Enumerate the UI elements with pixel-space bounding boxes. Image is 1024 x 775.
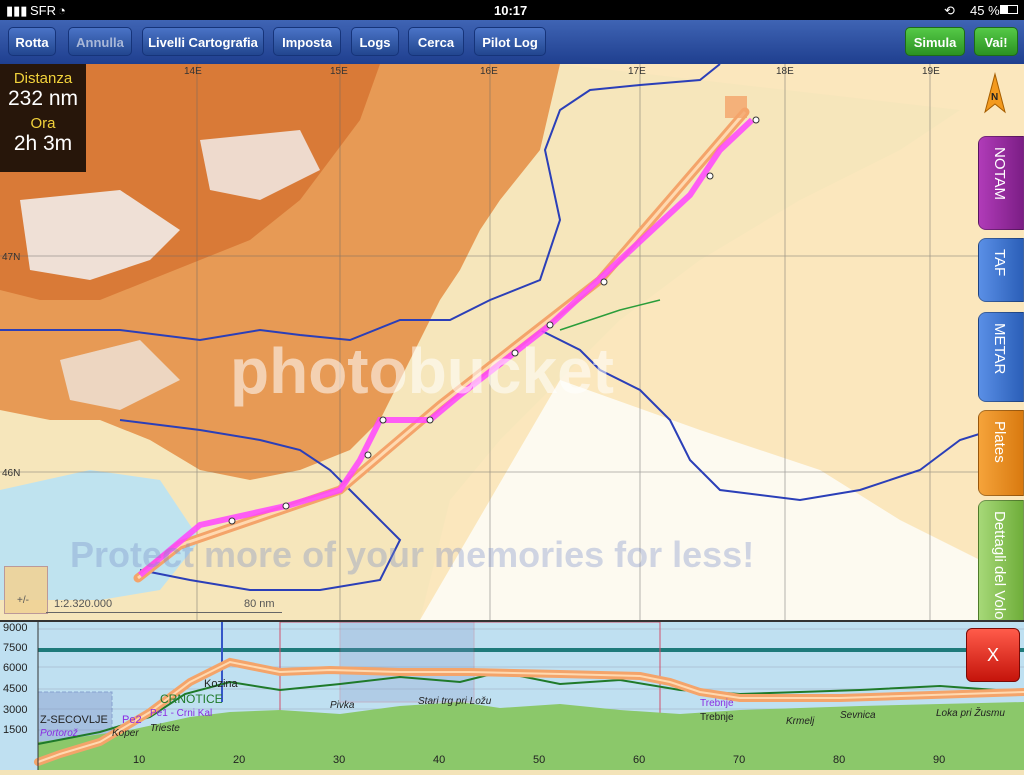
lon-label-15e: 15E	[330, 66, 348, 77]
airport-label-secovlje: Z-SECOVLJE	[40, 714, 108, 726]
map-view[interactable]: photobucket Protect more of your memorie…	[0, 64, 1024, 620]
scale-bar	[46, 612, 282, 613]
tab-metar-label: METAR	[991, 323, 1008, 375]
profile-x-tick: 50	[533, 754, 546, 766]
time-label: Ora	[30, 115, 56, 132]
place-label-trieste: Trieste	[150, 723, 180, 734]
simulate-button[interactable]: Simula	[905, 27, 965, 56]
flight-summary-box: Distanza 232 nm Ora 2h 3m	[0, 64, 86, 172]
search-button[interactable]: Cerca	[408, 27, 464, 56]
waypoint-label-crnotice: CRNOTICE	[160, 692, 223, 706]
tab-flight-details-label: Dettagli del Volo	[991, 511, 1008, 620]
lon-label-16e: 16E	[480, 66, 498, 77]
carrier-label: SFR	[30, 3, 56, 18]
place-label-kozina: Kozina	[204, 678, 238, 690]
map-layers-button[interactable]: Livelli Cartografia	[142, 27, 264, 56]
place-label-stari-trg: Stari trg pri Ložu	[418, 696, 492, 707]
wifi-icon: ◔	[58, 3, 66, 18]
tab-plates[interactable]: Plates	[978, 410, 1024, 496]
place-label-loka: Loka pri Žusmu	[936, 708, 1005, 719]
profile-canvas	[34, 621, 1024, 770]
profile-y-tick: 1500	[3, 724, 28, 736]
go-button[interactable]: Vai!	[974, 27, 1018, 56]
place-label-krmelj: Krmelj	[786, 716, 815, 727]
profile-y-tick: 6000	[3, 662, 28, 674]
watermark-logo: photobucket	[230, 335, 614, 407]
scale-toggle-label: +/-	[17, 595, 29, 606]
waypoint-label-pe2: Pe2	[122, 714, 142, 726]
time-value: 2h 3m	[13, 132, 73, 155]
scale-distance: 80 nm	[244, 598, 275, 610]
settings-button[interactable]: Imposta	[273, 27, 341, 56]
profile-x-tick: 10	[133, 754, 146, 766]
profile-x-tick: 60	[633, 754, 646, 766]
place-label-sevnica: Sevnica	[840, 710, 876, 721]
tab-taf[interactable]: TAF	[978, 238, 1024, 302]
waypoint-label-pe1: Pe1 - Crni Kal	[150, 708, 213, 719]
north-arrow-icon[interactable]: N	[983, 72, 1007, 116]
logs-button[interactable]: Logs	[351, 27, 399, 56]
tab-taf-label: TAF	[991, 249, 1008, 277]
place-label-koper: Koper	[112, 728, 139, 739]
scale-ratio: 1:2.320.000	[54, 598, 113, 610]
place-label-pivka: Pivka	[330, 700, 355, 711]
profile-x-tick: 20	[233, 754, 246, 766]
vertical-profile[interactable]: 9000 7500 6000 4500 3000 1500 10 20 30 4…	[0, 620, 1024, 770]
waypoint-label-trebnje: Trebnje	[700, 698, 734, 709]
profile-x-tick: 40	[433, 754, 446, 766]
route-button[interactable]: Rotta	[8, 27, 56, 56]
clock: 10:17	[494, 3, 528, 18]
battery-icon	[1000, 5, 1018, 14]
distance-value: 232 nm	[7, 87, 79, 110]
status-bar: ▮▮▮ SFR ◔ 10:17 ⟲ 45 %	[0, 0, 1024, 20]
scale-toggle-button[interactable]: +/-	[4, 566, 48, 614]
place-label-portoroz: Portorož	[40, 728, 78, 739]
tab-metar[interactable]: METAR	[978, 312, 1024, 402]
close-profile-button[interactable]: X	[966, 628, 1020, 682]
profile-y-tick: 4500	[3, 683, 28, 695]
signal-icon: ▮▮▮	[6, 3, 28, 18]
lon-label-17e: 17E	[628, 66, 646, 77]
tab-plates-label: Plates	[991, 421, 1008, 463]
profile-x-tick: 90	[933, 754, 946, 766]
place-label-trebnje: Trebnje	[700, 712, 734, 723]
profile-x-tick: 30	[333, 754, 346, 766]
pilot-log-button[interactable]: Pilot Log	[474, 27, 546, 56]
distance-label: Distanza	[13, 70, 73, 87]
lat-label-47n: 47N	[2, 252, 21, 263]
lon-label-18e: 18E	[776, 66, 794, 77]
tab-notam[interactable]: NOTAM	[978, 136, 1024, 230]
profile-x-tick: 70	[733, 754, 746, 766]
profile-y-tick: 7500	[3, 642, 28, 654]
profile-y-tick: 3000	[3, 704, 28, 716]
lat-label-46n: 46N	[2, 468, 21, 479]
north-label: N	[991, 92, 999, 103]
tab-notam-label: NOTAM	[991, 147, 1008, 201]
lon-label-14e: 14E	[184, 66, 202, 77]
profile-y-tick: 9000	[3, 622, 28, 634]
undo-button[interactable]: Annulla	[68, 27, 132, 56]
toolbar: Rotta Annulla Livelli Cartografia Impost…	[0, 20, 1024, 65]
profile-x-tick: 80	[833, 754, 846, 766]
battery-label: 45 %	[970, 3, 1000, 18]
lon-label-19e: 19E	[922, 66, 940, 77]
rotation-lock-icon: ⟲	[944, 3, 955, 18]
watermark-promo: Protect more of your memories for less!	[70, 534, 755, 575]
